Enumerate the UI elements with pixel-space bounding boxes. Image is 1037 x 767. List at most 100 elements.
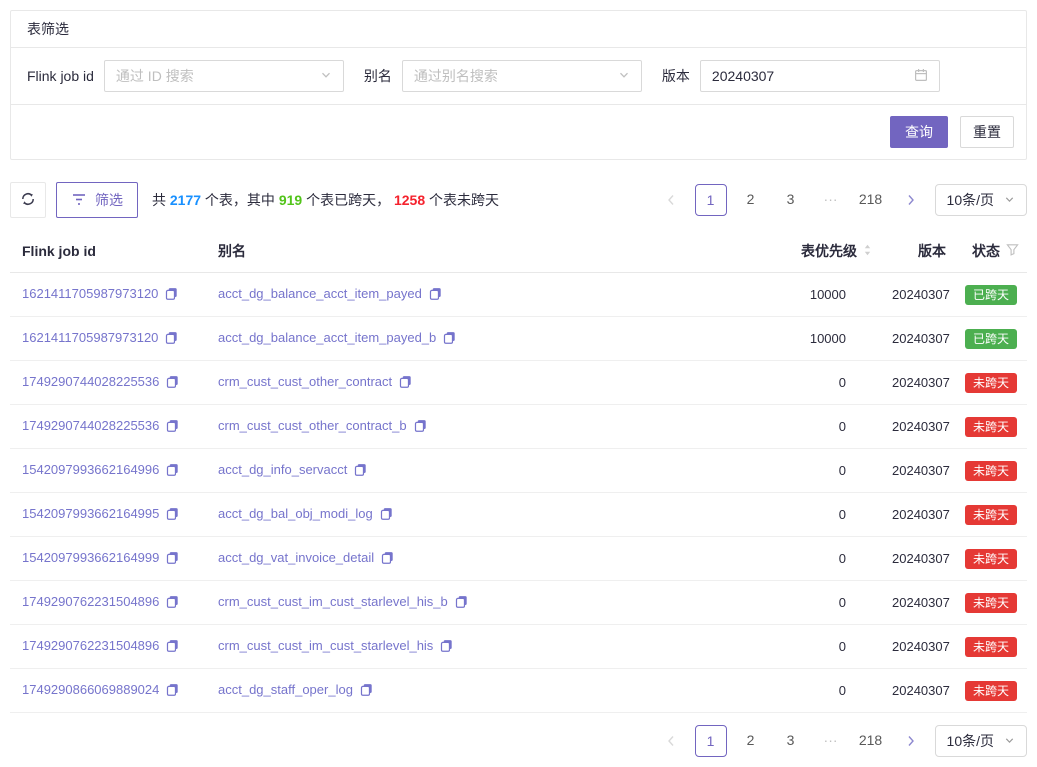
table-row: 1542097993662164996 acct_dg_info_servacc… xyxy=(10,449,1027,493)
flink-job-id-link[interactable]: 1621411705987973120 xyxy=(22,286,158,301)
alias-link[interactable]: acct_dg_vat_invoice_detail xyxy=(218,550,374,565)
alias-select[interactable]: 通过别名搜索 xyxy=(402,60,642,92)
copy-icon[interactable] xyxy=(414,420,427,435)
flink-job-id-link[interactable]: 1749290762231504896 xyxy=(22,594,159,609)
page-size-select[interactable]: 10条/页 xyxy=(935,184,1027,216)
copy-icon[interactable] xyxy=(166,552,179,567)
copy-icon[interactable] xyxy=(165,332,178,347)
flink-job-id-link[interactable]: 1749290866069889024 xyxy=(22,682,159,697)
reset-button[interactable]: 重置 xyxy=(960,116,1014,148)
pagination-pages: 123···218 xyxy=(695,725,895,757)
table-row: 1542097993662164999 acct_dg_vat_invoice_… xyxy=(10,537,1027,581)
header-status[interactable]: 状态 xyxy=(950,230,1027,273)
flink-job-id-link[interactable]: 1542097993662164999 xyxy=(22,550,159,565)
filter-lines-icon xyxy=(71,192,87,209)
header-version: 版本 xyxy=(880,230,950,273)
table-row: 1749290744028225536 crm_cust_cust_other_… xyxy=(10,361,1027,405)
flink-job-id-link[interactable]: 1749290744028225536 xyxy=(22,418,159,433)
version-date-input[interactable]: 20240307 xyxy=(700,60,940,92)
pagination-page[interactable]: 2 xyxy=(735,725,767,757)
pagination-prev-icon[interactable] xyxy=(655,725,687,757)
copy-icon[interactable] xyxy=(455,596,468,611)
alias-link[interactable]: crm_cust_cust_other_contract xyxy=(218,374,392,389)
filter-funnel-icon[interactable] xyxy=(1006,243,1019,259)
copy-icon[interactable] xyxy=(166,640,179,655)
footer-pager: 123···218 10条/页 xyxy=(10,725,1027,757)
version-value: 20240307 xyxy=(880,669,950,713)
pagination-page[interactable]: 218 xyxy=(855,184,887,216)
refresh-button[interactable] xyxy=(10,182,46,218)
copy-icon[interactable] xyxy=(166,684,179,699)
chevron-down-icon xyxy=(1004,192,1015,208)
page-size-select[interactable]: 10条/页 xyxy=(935,725,1027,757)
copy-icon[interactable] xyxy=(165,288,178,303)
flink-job-id-link[interactable]: 1542097993662164995 xyxy=(22,506,159,521)
copy-icon[interactable] xyxy=(166,420,179,435)
copy-icon[interactable] xyxy=(360,684,373,699)
pagination-page[interactable]: 3 xyxy=(775,184,807,216)
chevron-down-icon xyxy=(618,68,630,84)
copy-icon[interactable] xyxy=(166,376,179,391)
priority-value: 0 xyxy=(706,449,880,493)
status-badge: 未跨天 xyxy=(965,505,1017,525)
copy-icon[interactable] xyxy=(354,464,367,479)
alias-link[interactable]: acct_dg_info_servacct xyxy=(218,462,347,477)
copy-icon[interactable] xyxy=(399,376,412,391)
pagination-page[interactable]: 1 xyxy=(695,725,727,757)
copy-icon[interactable] xyxy=(440,640,453,655)
sorter-icon[interactable] xyxy=(863,243,872,260)
flink-job-id-link[interactable]: 1542097993662164996 xyxy=(22,462,159,477)
flink-job-id-link[interactable]: 1749290762231504896 xyxy=(22,638,159,653)
flink-job-id-link[interactable]: 1621411705987973120 xyxy=(22,330,158,345)
table-header-row: Flink job id 别名 表优先级 版本 状态 xyxy=(10,230,1027,273)
pagination-page[interactable]: 3 xyxy=(775,725,807,757)
alias-link[interactable]: acct_dg_staff_oper_log xyxy=(218,682,353,697)
pagination-next-icon[interactable] xyxy=(895,725,927,757)
table-row: 1749290762231504896 crm_cust_cust_im_cus… xyxy=(10,625,1027,669)
toolbar: 筛选 共 2177 个表，其中 919 个表已跨天， 1258 个表未跨天 12… xyxy=(10,182,1027,218)
pagination-prev-icon[interactable] xyxy=(655,184,687,216)
alias-placeholder: 通过别名搜索 xyxy=(414,66,498,86)
priority-value: 0 xyxy=(706,669,880,713)
copy-icon[interactable] xyxy=(166,464,179,479)
filter-card-title: 表筛选 xyxy=(11,11,1026,48)
alias-link[interactable]: crm_cust_cust_im_cust_starlevel_his xyxy=(218,638,433,653)
version-value: 20240307 xyxy=(880,581,950,625)
pagination: 123···218 xyxy=(655,184,935,216)
filter-button[interactable]: 筛选 xyxy=(56,182,138,218)
copy-icon[interactable] xyxy=(166,508,179,523)
pagination-page[interactable]: 1 xyxy=(695,184,727,216)
copy-icon[interactable] xyxy=(381,552,394,567)
tables-table: Flink job id 别名 表优先级 版本 状态 xyxy=(10,230,1027,713)
pagination-ellipsis: ··· xyxy=(815,184,847,216)
table-row: 1542097993662164995 acct_dg_bal_obj_modi… xyxy=(10,493,1027,537)
copy-icon[interactable] xyxy=(380,508,393,523)
version-value: 20240307 xyxy=(880,273,950,317)
alias-link[interactable]: crm_cust_cust_other_contract_b xyxy=(218,418,407,433)
header-flink-job-id: Flink job id xyxy=(10,230,206,273)
search-button[interactable]: 查询 xyxy=(890,116,948,148)
pagination-page[interactable]: 218 xyxy=(855,725,887,757)
status-badge: 未跨天 xyxy=(965,681,1017,701)
priority-value: 0 xyxy=(706,405,880,449)
stat-total: 2177 xyxy=(170,192,201,208)
copy-icon[interactable] xyxy=(166,596,179,611)
refresh-icon xyxy=(20,191,36,210)
pagination-next-icon[interactable] xyxy=(895,184,927,216)
copy-icon[interactable] xyxy=(429,288,442,303)
flink-job-id-select[interactable]: 通过 ID 搜索 xyxy=(104,60,344,92)
alias-link[interactable]: acct_dg_balance_acct_item_payed_b xyxy=(218,330,436,345)
status-badge: 未跨天 xyxy=(965,549,1017,569)
header-priority[interactable]: 表优先级 xyxy=(706,230,880,273)
alias-link[interactable]: crm_cust_cust_im_cust_starlevel_his_b xyxy=(218,594,448,609)
priority-value: 0 xyxy=(706,625,880,669)
alias-link[interactable]: acct_dg_bal_obj_modi_log xyxy=(218,506,373,521)
filter-fields-row: Flink job id 通过 ID 搜索 别名 通过别名搜索 xyxy=(11,48,1026,105)
pagination-ellipsis: ··· xyxy=(815,725,847,757)
filter-card: 表筛选 Flink job id 通过 ID 搜索 别名 通过别名搜索 xyxy=(10,10,1027,160)
copy-icon[interactable] xyxy=(443,332,456,347)
flink-job-id-link[interactable]: 1749290744028225536 xyxy=(22,374,159,389)
priority-value: 10000 xyxy=(706,273,880,317)
pagination-page[interactable]: 2 xyxy=(735,184,767,216)
alias-link[interactable]: acct_dg_balance_acct_item_payed xyxy=(218,286,422,301)
